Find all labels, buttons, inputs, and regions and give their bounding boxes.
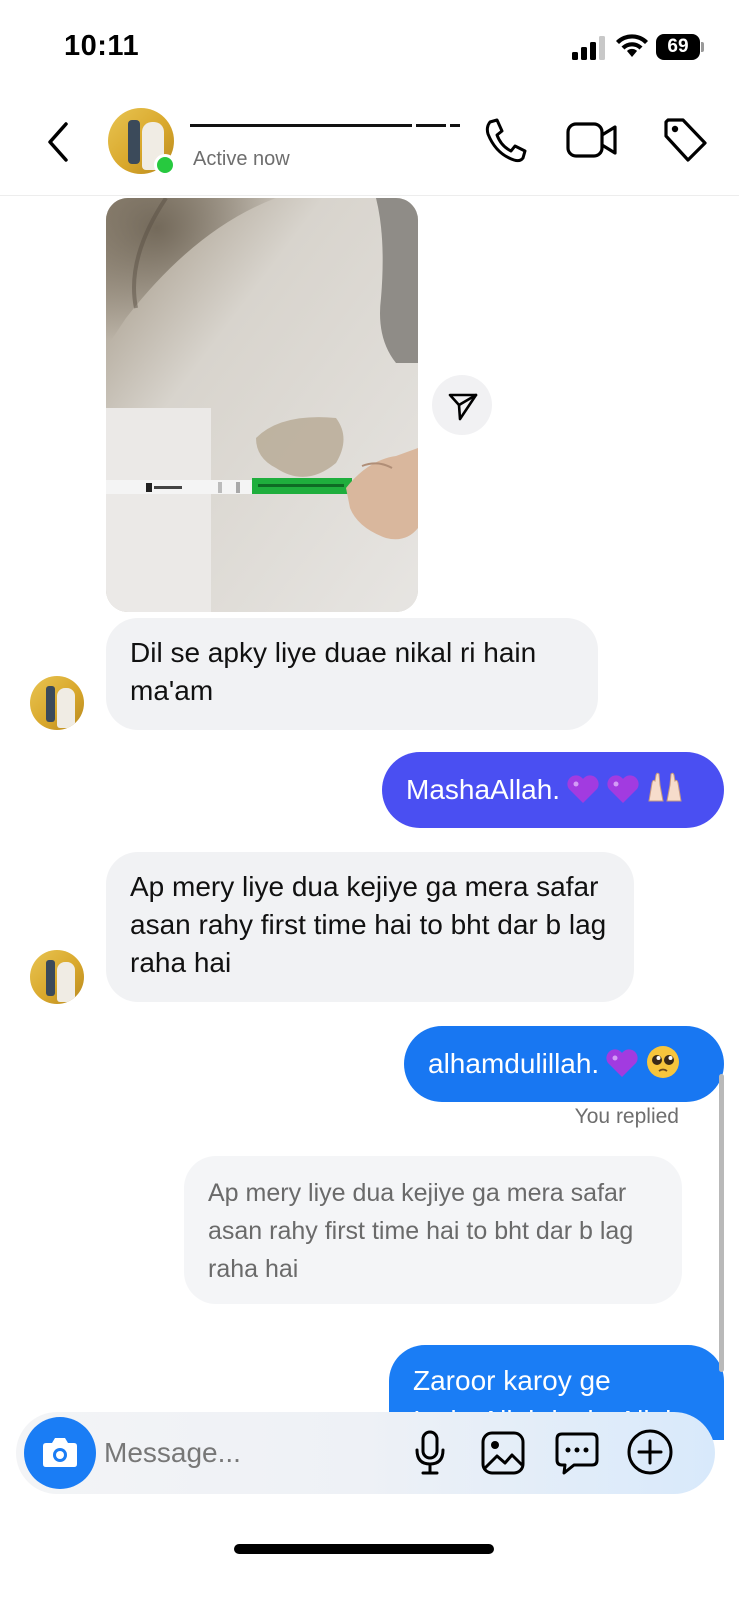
raising-hands-icon bbox=[648, 772, 682, 802]
replied-label: You replied bbox=[574, 1105, 679, 1128]
message-composer bbox=[16, 1412, 715, 1494]
avatar-figure bbox=[46, 960, 55, 996]
pleading-face-icon bbox=[647, 1046, 680, 1078]
cellular-signal-icon bbox=[572, 36, 605, 60]
avatar-figure bbox=[57, 688, 75, 728]
share-button[interactable] bbox=[432, 375, 492, 435]
avatar-figure bbox=[128, 120, 140, 164]
plus-icon[interactable] bbox=[626, 1428, 674, 1476]
purple-heart-icon bbox=[607, 775, 639, 803]
purple-heart-icon bbox=[567, 775, 599, 803]
redaction-bar bbox=[450, 124, 460, 127]
online-status-dot bbox=[154, 154, 176, 176]
outgoing-message[interactable]: MashaAllah. bbox=[382, 752, 724, 828]
photo-message[interactable] bbox=[106, 198, 418, 612]
back-arrow-icon[interactable] bbox=[40, 118, 76, 166]
battery-indicator: 69 bbox=[656, 34, 704, 60]
wifi-icon bbox=[616, 34, 648, 57]
purple-heart-icon bbox=[606, 1049, 638, 1077]
status-time: 10:11 bbox=[64, 30, 140, 62]
message-text: Ap mery liye dua kejiye ga mera safar as… bbox=[130, 871, 607, 978]
message-text: MashaAllah. bbox=[406, 774, 561, 805]
reply-quote[interactable]: Ap mery liye dua kejiye ga mera safar as… bbox=[184, 1156, 682, 1304]
redaction-bar bbox=[416, 124, 446, 127]
redaction-bar bbox=[302, 124, 412, 127]
microphone-icon[interactable] bbox=[414, 1430, 446, 1476]
sender-avatar[interactable] bbox=[30, 676, 84, 730]
video-camera-icon[interactable] bbox=[566, 118, 618, 162]
home-indicator[interactable] bbox=[234, 1544, 494, 1554]
scrollbar[interactable] bbox=[719, 1074, 724, 1372]
chat-screen: 10:11 69 Active now Dil se apky liye dua… bbox=[0, 0, 739, 1600]
send-icon bbox=[448, 393, 478, 421]
status-bar: 10:11 69 bbox=[0, 0, 739, 96]
redaction-bar bbox=[190, 124, 302, 127]
battery-level: 69 bbox=[667, 36, 689, 57]
incoming-message[interactable]: Dil se apky liye duae nikal ri hain ma'a… bbox=[106, 618, 598, 730]
sender-avatar[interactable] bbox=[30, 950, 84, 1004]
active-status: Active now bbox=[193, 148, 290, 170]
avatar-figure bbox=[57, 962, 75, 1002]
gallery-icon[interactable] bbox=[480, 1430, 526, 1476]
contact-name-redacted[interactable] bbox=[190, 114, 470, 134]
chat-header: Active now bbox=[0, 96, 739, 196]
phone-icon[interactable] bbox=[482, 116, 528, 164]
pregnancy-test-photo bbox=[106, 198, 418, 612]
outgoing-message[interactable]: alhamdulillah. bbox=[404, 1026, 724, 1102]
incoming-message[interactable]: Ap mery liye dua kejiye ga mera safar as… bbox=[106, 852, 634, 1002]
camera-button[interactable] bbox=[24, 1417, 96, 1489]
battery-cap bbox=[701, 42, 704, 52]
message-text: Dil se apky liye duae nikal ri hain ma'a… bbox=[130, 637, 537, 706]
camera-icon bbox=[43, 1438, 77, 1467]
tag-icon[interactable] bbox=[662, 116, 708, 164]
message-input[interactable] bbox=[104, 1412, 394, 1494]
message-text: alhamdulillah. bbox=[428, 1048, 600, 1079]
chat-bubble-icon[interactable] bbox=[554, 1430, 600, 1476]
avatar-figure bbox=[46, 686, 55, 722]
